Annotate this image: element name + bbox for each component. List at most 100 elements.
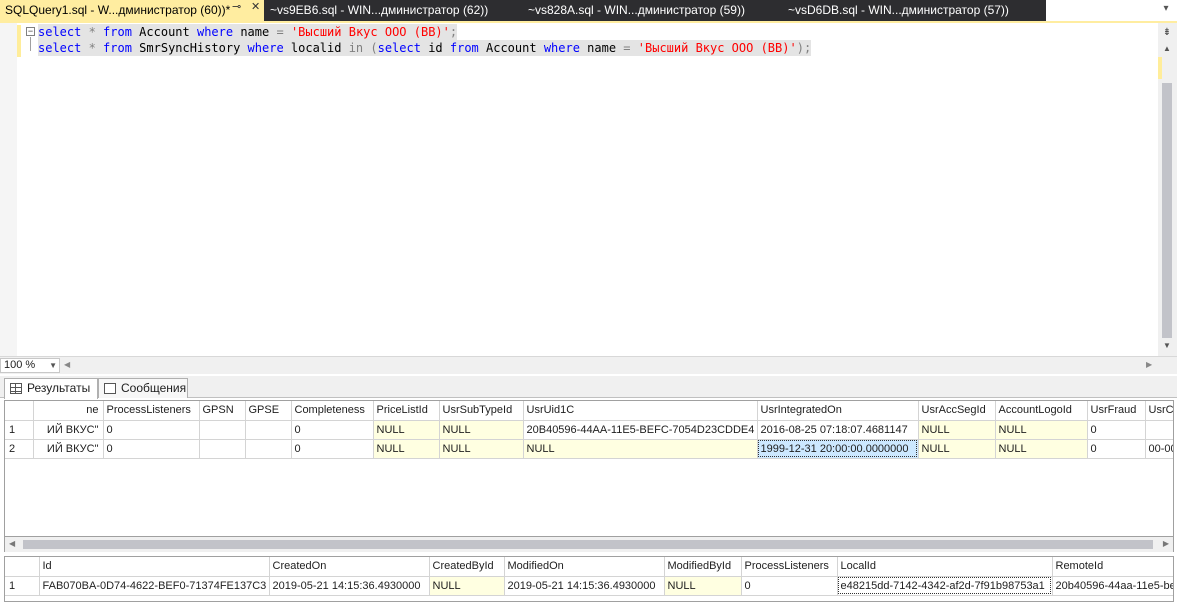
- table-cell[interactable]: ИЙ ВКУС": [33, 420, 104, 440]
- column-header[interactable]: ProcessListeners: [741, 557, 838, 577]
- table-cell[interactable]: NULL: [373, 439, 440, 459]
- table-cell[interactable]: 0: [291, 420, 374, 440]
- pin-icon[interactable]: ⊸: [232, 0, 241, 13]
- column-header[interactable]: UsrFraud: [1087, 401, 1146, 421]
- table-row[interactable]: 2 ИЙ ВКУС" 0 0 NULL NULL NULL 1999-12-31…: [5, 439, 1173, 459]
- collapse-icon[interactable]: −: [26, 27, 35, 36]
- operator: *: [81, 41, 104, 55]
- table-cell[interactable]: NULL: [429, 576, 505, 596]
- table-cell[interactable]: FAB070BA-0D74-4622-BEF0-71374FE137C3: [39, 576, 270, 596]
- column-header[interactable]: Id: [39, 557, 270, 577]
- editor-vertical-scrollbar[interactable]: ⇟ ▲ ▼: [1158, 23, 1177, 356]
- chevron-down-icon[interactable]: ▾: [1159, 2, 1173, 16]
- scroll-down-icon[interactable]: ▼: [1161, 341, 1173, 353]
- scroll-right-icon[interactable]: ▶: [1146, 360, 1152, 369]
- table-cell[interactable]: e48215dd-7142-4342-af2d-7f91b98753a1: [837, 576, 1053, 596]
- scroll-left-icon[interactable]: ◀: [64, 360, 70, 369]
- table-cell[interactable]: [199, 420, 246, 440]
- grid1-horizontal-scrollbar[interactable]: ◀ ▶: [4, 537, 1174, 552]
- table-cell[interactable]: 20B40596-44AA-11E5-BEFC-7054D23CDDE4: [523, 420, 758, 440]
- row-number[interactable]: 1: [5, 576, 40, 596]
- table-cell[interactable]: ИЙ ВКУС": [33, 439, 104, 459]
- column-header[interactable]: GPSN: [199, 401, 246, 421]
- scroll-up-icon[interactable]: ▲: [1161, 44, 1173, 56]
- scroll-right-icon[interactable]: ▶: [1163, 539, 1169, 548]
- table-cell[interactable]: 0: [291, 439, 374, 459]
- table-cell[interactable]: NULL: [918, 439, 996, 459]
- scrollbar-thumb[interactable]: [23, 540, 1153, 549]
- table-cell[interactable]: [199, 439, 246, 459]
- header-row: Id CreatedOn CreatedById ModifiedOn Modi…: [5, 557, 1173, 577]
- row-number[interactable]: 2: [5, 439, 34, 459]
- tab-sqlquery1[interactable]: SQLQuery1.sql - W...дминистратор (60))*: [0, 0, 264, 21]
- scroll-marker: [1158, 57, 1162, 79]
- table-cell[interactable]: [245, 420, 292, 440]
- table-cell[interactable]: 00-00: [1145, 439, 1173, 459]
- selected-cell[interactable]: 1999-12-31 20:00:00.0000000: [757, 439, 919, 459]
- tab-label: ~vsD6DB.sql - WIN...дминистратор (57)): [788, 3, 1009, 17]
- column-header[interactable]: ne: [33, 401, 104, 421]
- table-cell[interactable]: 2016-08-25 07:18:07.4681147: [757, 420, 919, 440]
- code-line-2[interactable]: select * from SmrSyncHistory where local…: [38, 40, 812, 56]
- table-cell[interactable]: NULL: [995, 439, 1088, 459]
- table-cell[interactable]: [245, 439, 292, 459]
- table-cell[interactable]: 0: [1087, 420, 1146, 440]
- sql-editor[interactable]: − select * from Account where name = 'Вы…: [0, 23, 1158, 356]
- keyword: from: [103, 25, 132, 39]
- zoom-strip: 100 % ▼ ◀ ▶: [0, 356, 1177, 374]
- table-row[interactable]: 1 ИЙ ВКУС" 0 0 NULL NULL 20B40596-44AA-1…: [5, 420, 1173, 440]
- tab-results[interactable]: Результаты: [4, 378, 98, 399]
- tab-vsd6db[interactable]: ~vsD6DB.sql - WIN...дминистратор (57)): [783, 0, 1009, 21]
- scroll-left-icon[interactable]: ◀: [9, 539, 15, 548]
- table-cell[interactable]: [1145, 420, 1173, 440]
- operator: =: [276, 25, 284, 39]
- tab-vs9eb6[interactable]: ~vs9EB6.sql - WIN...дминистратор (62)): [265, 0, 488, 21]
- table-cell[interactable]: NULL: [523, 439, 758, 459]
- column-header[interactable]: UsrAccSegId: [918, 401, 996, 421]
- column-header[interactable]: LocalId: [837, 557, 1053, 577]
- close-icon[interactable]: ✕: [251, 0, 260, 13]
- column-header[interactable]: UsrIntegratedOn: [757, 401, 919, 421]
- tab-messages[interactable]: Сообщения: [98, 378, 188, 398]
- column-header[interactable]: Completeness: [291, 401, 374, 421]
- column-header[interactable]: PriceListId: [373, 401, 440, 421]
- results-grid-1[interactable]: ne ProcessListeners GPSN GPSE Completene…: [4, 400, 1174, 537]
- column-header[interactable]: UsrSubTypeId: [439, 401, 524, 421]
- zoom-select[interactable]: 100 % ▼: [0, 358, 60, 373]
- table-cell[interactable]: 0: [741, 576, 838, 596]
- column-header[interactable]: [5, 557, 40, 577]
- column-header[interactable]: RemoteId: [1052, 557, 1173, 577]
- column-header[interactable]: GPSE: [245, 401, 292, 421]
- table-cell[interactable]: NULL: [918, 420, 996, 440]
- column-header[interactable]: CreatedById: [429, 557, 505, 577]
- column-header[interactable]: [5, 401, 34, 421]
- tab-label: SQLQuery1.sql - W...дминистратор (60))*: [5, 3, 231, 17]
- column-header[interactable]: ModifiedOn: [504, 557, 665, 577]
- column-header[interactable]: ProcessListeners: [103, 401, 200, 421]
- column-header[interactable]: UsrCo: [1145, 401, 1173, 421]
- table-cell[interactable]: NULL: [439, 439, 524, 459]
- table-cell[interactable]: 0: [103, 439, 200, 459]
- code-line-1[interactable]: select * from Account where name = 'Высш…: [38, 24, 458, 40]
- split-icon[interactable]: ⇟: [1161, 27, 1173, 39]
- table-row[interactable]: 1 FAB070BA-0D74-4622-BEF0-71374FE137C3 2…: [5, 576, 1173, 596]
- table-cell[interactable]: 0: [103, 420, 200, 440]
- column-header[interactable]: UsrUid1C: [523, 401, 758, 421]
- column-header[interactable]: CreatedOn: [269, 557, 430, 577]
- column-header[interactable]: AccountLogoId: [995, 401, 1088, 421]
- scrollbar-thumb[interactable]: [1162, 83, 1172, 338]
- results-table-1: ne ProcessListeners GPSN GPSE Completene…: [5, 401, 1173, 459]
- tab-vs828a[interactable]: ~vs828A.sql - WIN...дминистратор (59)): [523, 0, 745, 21]
- table-cell[interactable]: 0: [1087, 439, 1146, 459]
- table-cell[interactable]: 2019-05-21 14:15:36.4930000: [269, 576, 430, 596]
- table-cell[interactable]: NULL: [664, 576, 742, 596]
- results-grid-2[interactable]: Id CreatedOn CreatedById ModifiedOn Modi…: [4, 556, 1174, 602]
- column-header[interactable]: ModifiedById: [664, 557, 742, 577]
- table-cell[interactable]: NULL: [995, 420, 1088, 440]
- table-cell[interactable]: NULL: [439, 420, 524, 440]
- row-number[interactable]: 1: [5, 420, 34, 440]
- table-cell[interactable]: NULL: [373, 420, 440, 440]
- table-cell[interactable]: 2019-05-21 14:15:36.4930000: [504, 576, 665, 596]
- table-cell[interactable]: 20b40596-44aa-11e5-be: [1052, 576, 1173, 596]
